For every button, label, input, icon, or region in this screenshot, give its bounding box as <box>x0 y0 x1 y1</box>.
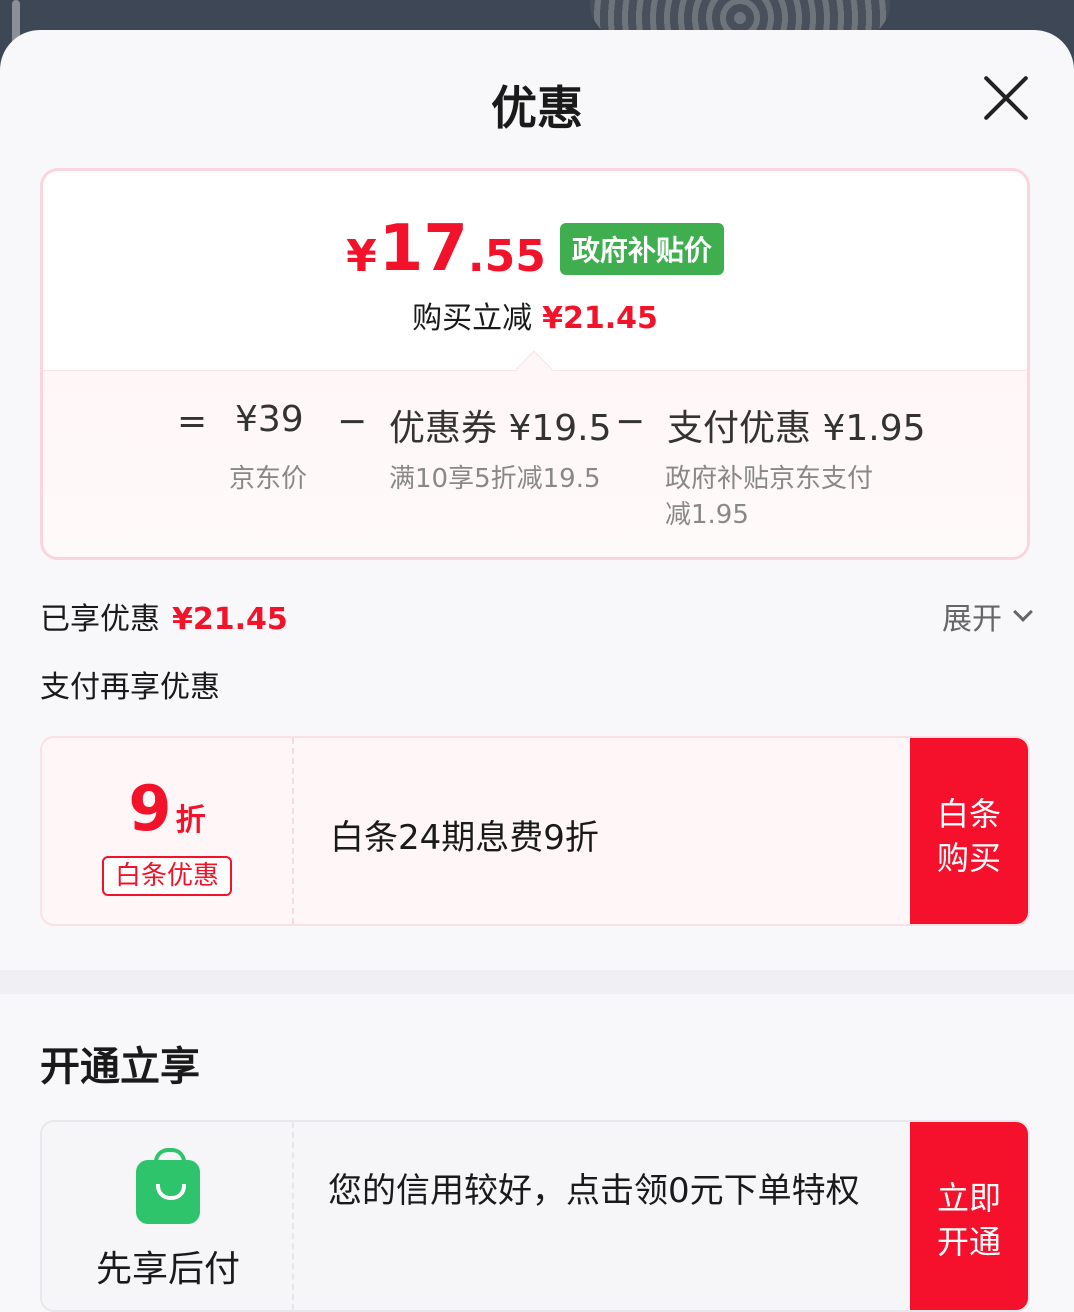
enjoyed-label: 已享优惠 <box>40 602 160 637</box>
pay-later-card: 先享后付 您的信用较好，点击领0元下单特权 立即 开通 <box>40 1120 1030 1312</box>
open-section-title: 开通立享 <box>40 1044 200 1090</box>
minus-sign: − <box>615 401 646 442</box>
button-line1: 立即 <box>936 1179 1001 1217</box>
sheet-title: 优惠 <box>491 81 583 135</box>
currency-symbol: ¥ <box>346 231 377 282</box>
button-line2: 开通 <box>936 1223 1001 1261</box>
baitiao-tag: 白条优惠 <box>102 856 232 896</box>
final-price: ¥ 17 .55 政府补贴价 <box>43 217 1027 281</box>
discount-number: 9 <box>128 772 172 845</box>
enjoyed-amount: ¥21.45 <box>172 602 288 637</box>
discount-rate: 9折 <box>42 778 292 840</box>
instant-save-line: 购买立减 ¥21.45 <box>43 293 1027 337</box>
expand-button[interactable]: 展开 <box>942 594 1033 638</box>
enjoyed-discount: 已享优惠 ¥21.45 <box>40 594 288 638</box>
shopping-bag-icon <box>136 1148 200 1224</box>
gov-subsidy-tag: 政府补贴价 <box>559 223 724 275</box>
payment-desc: 政府补贴京东支付 减1.95 <box>665 461 873 533</box>
price-decimal: .55 <box>467 231 546 282</box>
price-card: ¥ 17 .55 政府补贴价 购买立减 ¥21.45 = ¥39 京东价 − 优惠… <box>40 168 1030 560</box>
save-label: 购买立减 <box>412 301 533 336</box>
button-line2: 购买 <box>936 839 1001 877</box>
section-divider <box>0 970 1074 994</box>
discount-unit: 折 <box>175 803 206 838</box>
price-integer: 17 <box>378 212 468 286</box>
equals-sign: = <box>177 401 208 442</box>
caret-pointer <box>515 350 553 388</box>
payment-desc-line1: 政府补贴京东支付 <box>665 464 874 494</box>
coupon-desc: 满10享5折减19.5 <box>389 464 601 494</box>
expand-label: 展开 <box>942 602 1002 637</box>
baitiao-buy-button[interactable]: 白条 购买 <box>910 738 1028 924</box>
close-icon[interactable] <box>982 74 1030 122</box>
pay-later-description: 您的信用较好，点击领0元下单特权 <box>328 1171 860 1211</box>
save-amount: ¥21.45 <box>542 301 658 336</box>
button-line1: 白条 <box>936 795 1001 833</box>
coupon-value: 优惠券 ¥19.5 <box>389 408 612 449</box>
payment-discount: 支付优惠 ¥1.95 <box>667 408 926 449</box>
pay-later-label: 先享后付 <box>95 1249 240 1290</box>
jd-price-label: 京东价 <box>229 464 308 494</box>
payment-desc-line2: 减1.95 <box>665 500 749 530</box>
pay-later-badge: 先享后付 <box>42 1122 294 1310</box>
offer-badge: 9折 白条优惠 <box>42 738 294 924</box>
baitiao-offer-card: 9折 白条优惠 白条24期息费9折 白条 购买 <box>40 736 1030 926</box>
open-now-button[interactable]: 立即 开通 <box>910 1122 1028 1310</box>
minus-sign: − <box>337 401 368 442</box>
jd-price: ¥39 <box>235 399 304 440</box>
discount-sheet: 优惠 ¥ 17 .55 政府补贴价 购买立减 ¥21.45 = ¥39 京东价 −… <box>0 30 1074 1312</box>
pay-again-heading: 支付再享优惠 <box>40 670 220 705</box>
price-formula: = ¥39 京东价 − 优惠券 ¥19.5 满10享5折减19.5 − 支付优惠… <box>43 350 1027 557</box>
chevron-down-icon <box>1013 602 1033 622</box>
offer-description: 白条24期息费9折 <box>330 818 599 858</box>
